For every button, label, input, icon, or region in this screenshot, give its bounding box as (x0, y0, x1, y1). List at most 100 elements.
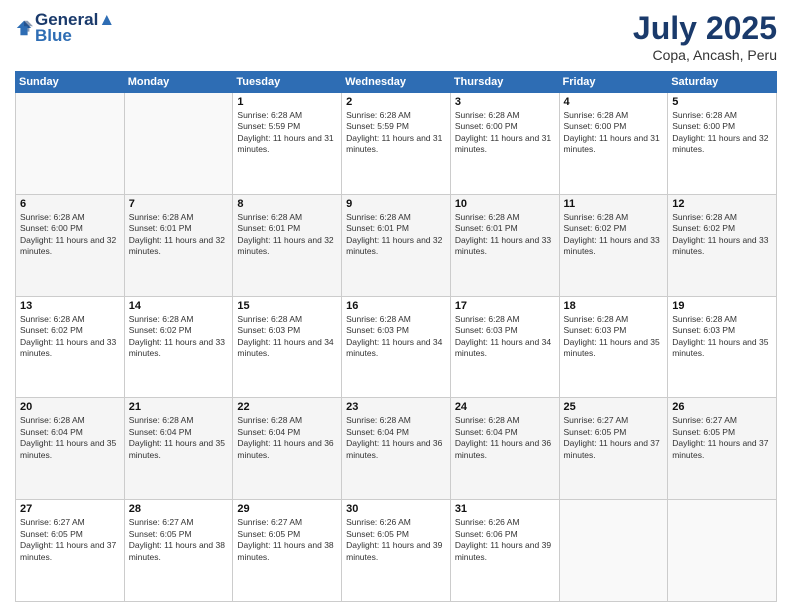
day-number: 18 (564, 300, 664, 312)
subtitle: Copa, Ancash, Peru (633, 47, 777, 63)
calendar-cell: 1 Sunrise: 6:28 AMSunset: 5:59 PMDaylight… (233, 93, 342, 195)
day-info: Sunrise: 6:28 AMSunset: 6:02 PMDaylight:… (20, 314, 120, 360)
day-info: Sunrise: 6:28 AMSunset: 6:03 PMDaylight:… (346, 314, 446, 360)
day-number: 8 (237, 198, 337, 210)
day-number: 15 (237, 300, 337, 312)
day-number: 31 (455, 503, 555, 515)
day-number: 1 (237, 96, 337, 108)
day-number: 24 (455, 401, 555, 413)
day-number: 2 (346, 96, 446, 108)
calendar-cell: 19Sunrise: 6:28 AMSunset: 6:03 PMDayligh… (668, 296, 777, 398)
title-block: July 2025 Copa, Ancash, Peru (633, 10, 777, 63)
day-info: Sunrise: 6:27 AMSunset: 6:05 PMDaylight:… (564, 415, 664, 461)
day-number: 28 (129, 503, 229, 515)
day-info: Sunrise: 6:28 AMSunset: 6:04 PMDaylight:… (455, 415, 555, 461)
page: General▲ Blue July 2025 Copa, Ancash, Pe… (0, 0, 792, 612)
day-info: Sunrise: 6:27 AMSunset: 6:05 PMDaylight:… (237, 517, 337, 563)
day-info: Sunrise: 6:28 AMSunset: 6:02 PMDaylight:… (564, 212, 664, 258)
day-info: Sunrise: 6:26 AMSunset: 6:05 PMDaylight:… (346, 517, 446, 563)
day-info: Sunrise: 6:28 AMSunset: 6:00 PMDaylight:… (672, 110, 772, 156)
calendar-cell (559, 500, 668, 602)
day-info: Sunrise: 6:28 AMSunset: 6:00 PMDaylight:… (20, 212, 120, 258)
day-info: Sunrise: 6:28 AMSunset: 6:01 PMDaylight:… (455, 212, 555, 258)
calendar-cell (16, 93, 125, 195)
col-tuesday: Tuesday (233, 72, 342, 93)
col-monday: Monday (124, 72, 233, 93)
calendar-cell: 25 Sunrise: 6:27 AMSunset: 6:05 PMDayligh… (559, 398, 668, 500)
calendar-cell: 9 Sunrise: 6:28 AMSunset: 6:01 PMDaylight… (342, 194, 451, 296)
day-number: 7 (129, 198, 229, 210)
day-info: Sunrise: 6:28 AMSunset: 6:02 PMDaylight:… (672, 212, 772, 258)
day-info: Sunrise: 6:28 AMSunset: 6:03 PMDaylight:… (564, 314, 664, 360)
calendar-header-row: Sunday Monday Tuesday Wednesday Thursday… (16, 72, 777, 93)
day-number: 11 (564, 198, 664, 210)
calendar-week-1: 6 Sunrise: 6:28 AMSunset: 6:00 PMDaylight… (16, 194, 777, 296)
day-number: 9 (346, 198, 446, 210)
day-info: Sunrise: 6:28 AMSunset: 6:01 PMDaylight:… (346, 212, 446, 258)
day-info: Sunrise: 6:28 AMSunset: 6:04 PMDaylight:… (129, 415, 229, 461)
calendar-cell: 17Sunrise: 6:28 AMSunset: 6:03 PMDayligh… (450, 296, 559, 398)
day-number: 25 (564, 401, 664, 413)
calendar-cell: 29 Sunrise: 6:27 AMSunset: 6:05 PMDayligh… (233, 500, 342, 602)
day-info: Sunrise: 6:27 AMSunset: 6:05 PMDaylight:… (672, 415, 772, 461)
col-friday: Friday (559, 72, 668, 93)
day-number: 19 (672, 300, 772, 312)
day-number: 17 (455, 300, 555, 312)
calendar-cell: 20 Sunrise: 6:28 AMSunset: 6:04 PMDayligh… (16, 398, 125, 500)
calendar-cell: 3 Sunrise: 6:28 AMSunset: 6:00 PMDaylight… (450, 93, 559, 195)
day-info: Sunrise: 6:28 AMSunset: 6:01 PMDaylight:… (237, 212, 337, 258)
day-number: 4 (564, 96, 664, 108)
day-number: 29 (237, 503, 337, 515)
day-info: Sunrise: 6:28 AMSunset: 6:04 PMDaylight:… (346, 415, 446, 461)
calendar-cell: 13 Sunrise: 6:28 AMSunset: 6:02 PMDayligh… (16, 296, 125, 398)
day-number: 21 (129, 401, 229, 413)
col-sunday: Sunday (16, 72, 125, 93)
calendar-cell: 14 Sunrise: 6:28 AMSunset: 6:02 PMDayligh… (124, 296, 233, 398)
day-number: 22 (237, 401, 337, 413)
logo-icon (15, 19, 33, 37)
calendar-cell: 4Sunrise: 6:28 AMSunset: 6:00 PMDaylight… (559, 93, 668, 195)
calendar-cell: 12 Sunrise: 6:28 AMSunset: 6:02 PMDayligh… (668, 194, 777, 296)
day-number: 26 (672, 401, 772, 413)
day-info: Sunrise: 6:26 AMSunset: 6:06 PMDaylight:… (455, 517, 555, 563)
header: General▲ Blue July 2025 Copa, Ancash, Pe… (15, 10, 777, 63)
day-number: 12 (672, 198, 772, 210)
day-info: Sunrise: 6:28 AMSunset: 6:04 PMDaylight:… (237, 415, 337, 461)
calendar-week-3: 20 Sunrise: 6:28 AMSunset: 6:04 PMDayligh… (16, 398, 777, 500)
calendar-cell: 30 Sunrise: 6:26 AMSunset: 6:05 PMDayligh… (342, 500, 451, 602)
calendar-cell (124, 93, 233, 195)
day-number: 3 (455, 96, 555, 108)
calendar-cell: 21 Sunrise: 6:28 AMSunset: 6:04 PMDayligh… (124, 398, 233, 500)
calendar-cell: 6 Sunrise: 6:28 AMSunset: 6:00 PMDaylight… (16, 194, 125, 296)
calendar-cell: 2 Sunrise: 6:28 AMSunset: 5:59 PMDaylight… (342, 93, 451, 195)
calendar-cell: 23 Sunrise: 6:28 AMSunset: 6:04 PMDayligh… (342, 398, 451, 500)
day-number: 20 (20, 401, 120, 413)
day-info: Sunrise: 6:28 AMSunset: 6:00 PMDaylight:… (455, 110, 555, 156)
day-number: 6 (20, 198, 120, 210)
day-number: 27 (20, 503, 120, 515)
calendar-week-4: 27 Sunrise: 6:27 AMSunset: 6:05 PMDayligh… (16, 500, 777, 602)
day-number: 23 (346, 401, 446, 413)
calendar-cell: 15 Sunrise: 6:28 AMSunset: 6:03 PMDayligh… (233, 296, 342, 398)
day-info: Sunrise: 6:28 AMSunset: 6:03 PMDaylight:… (237, 314, 337, 360)
day-number: 16 (346, 300, 446, 312)
calendar-cell: 8 Sunrise: 6:28 AMSunset: 6:01 PMDaylight… (233, 194, 342, 296)
calendar-cell: 10Sunrise: 6:28 AMSunset: 6:01 PMDayligh… (450, 194, 559, 296)
calendar-cell (668, 500, 777, 602)
calendar-cell: 26 Sunrise: 6:27 AMSunset: 6:05 PMDayligh… (668, 398, 777, 500)
day-info: Sunrise: 6:28 AMSunset: 5:59 PMDaylight:… (346, 110, 446, 156)
day-info: Sunrise: 6:28 AMSunset: 6:01 PMDaylight:… (129, 212, 229, 258)
day-number: 13 (20, 300, 120, 312)
day-info: Sunrise: 6:28 AMSunset: 6:02 PMDaylight:… (129, 314, 229, 360)
calendar-cell: 27 Sunrise: 6:27 AMSunset: 6:05 PMDayligh… (16, 500, 125, 602)
calendar-cell: 11 Sunrise: 6:28 AMSunset: 6:02 PMDayligh… (559, 194, 668, 296)
calendar-cell: 7 Sunrise: 6:28 AMSunset: 6:01 PMDaylight… (124, 194, 233, 296)
col-thursday: Thursday (450, 72, 559, 93)
day-number: 14 (129, 300, 229, 312)
calendar-week-0: 1 Sunrise: 6:28 AMSunset: 5:59 PMDaylight… (16, 93, 777, 195)
day-info: Sunrise: 6:27 AMSunset: 6:05 PMDaylight:… (20, 517, 120, 563)
day-info: Sunrise: 6:28 AMSunset: 6:04 PMDaylight:… (20, 415, 120, 461)
day-number: 30 (346, 503, 446, 515)
day-info: Sunrise: 6:28 AMSunset: 5:59 PMDaylight:… (237, 110, 337, 156)
day-number: 5 (672, 96, 772, 108)
